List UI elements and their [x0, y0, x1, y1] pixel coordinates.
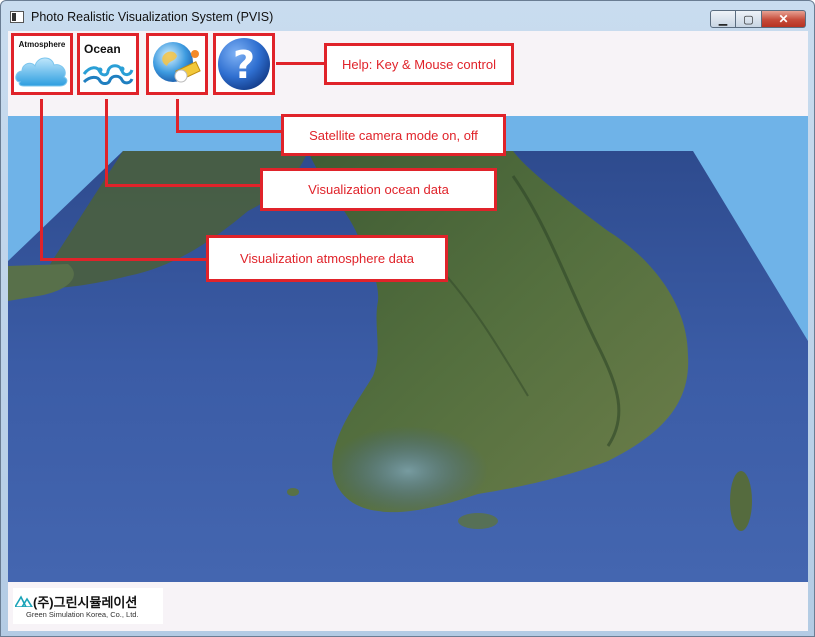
- company-name-english: Green Simulation Korea, Co., Ltd.: [26, 610, 139, 619]
- atmosphere-connector: [40, 99, 43, 261]
- satellite-callout: Satellite camera mode on, off: [281, 114, 506, 156]
- app-window: Photo Realistic Visualization System (PV…: [0, 0, 815, 637]
- ocean-connector: [105, 99, 108, 187]
- atmosphere-button[interactable]: Atmosphere: [11, 33, 73, 95]
- satellite-camera-button[interactable]: [146, 33, 208, 95]
- ocean-callout: Visualization ocean data: [260, 168, 497, 211]
- minimize-button[interactable]: ▁: [710, 10, 736, 28]
- help-button[interactable]: ?: [213, 33, 275, 95]
- atmosphere-label: Atmosphere: [18, 40, 66, 49]
- ocean-connector: [105, 184, 262, 187]
- island: [287, 488, 299, 496]
- island: [458, 513, 498, 529]
- close-button[interactable]: ✕: [762, 10, 806, 28]
- island: [730, 471, 752, 531]
- mountain-logo-icon: [15, 595, 33, 607]
- help-glyph: ?: [233, 43, 255, 87]
- help-callout: Help: Key & Mouse control: [324, 43, 514, 85]
- help-icon: ?: [218, 38, 270, 90]
- footer: (주)그린시뮬레이션 Green Simulation Korea, Co., …: [8, 582, 808, 631]
- app-icon: [10, 11, 24, 23]
- atmosphere-callout: Visualization atmosphere data: [206, 235, 448, 282]
- maximize-button[interactable]: ▢: [736, 10, 762, 28]
- company-name-korean: (주)그린시뮬레이션: [33, 595, 138, 610]
- title-bar[interactable]: Photo Realistic Visualization System (PV…: [1, 1, 814, 31]
- satellite-icon: [153, 42, 201, 83]
- help-connector: [276, 62, 326, 65]
- atmosphere-connector: [40, 258, 208, 261]
- coastal-shallows: [328, 426, 488, 516]
- window-controls: ▁ ▢ ✕: [710, 10, 806, 28]
- client-area: Atmosphere Ocean ? Help: Key & Mouse con…: [8, 31, 808, 631]
- ocean-button[interactable]: Ocean: [77, 33, 139, 95]
- window-title: Photo Realistic Visualization System (PV…: [31, 10, 274, 24]
- satellite-connector: [176, 130, 281, 133]
- satellite-connector: [176, 99, 179, 133]
- ocean-label: Ocean: [84, 42, 121, 56]
- company-logo: (주)그린시뮬레이션 Green Simulation Korea, Co., …: [13, 588, 163, 624]
